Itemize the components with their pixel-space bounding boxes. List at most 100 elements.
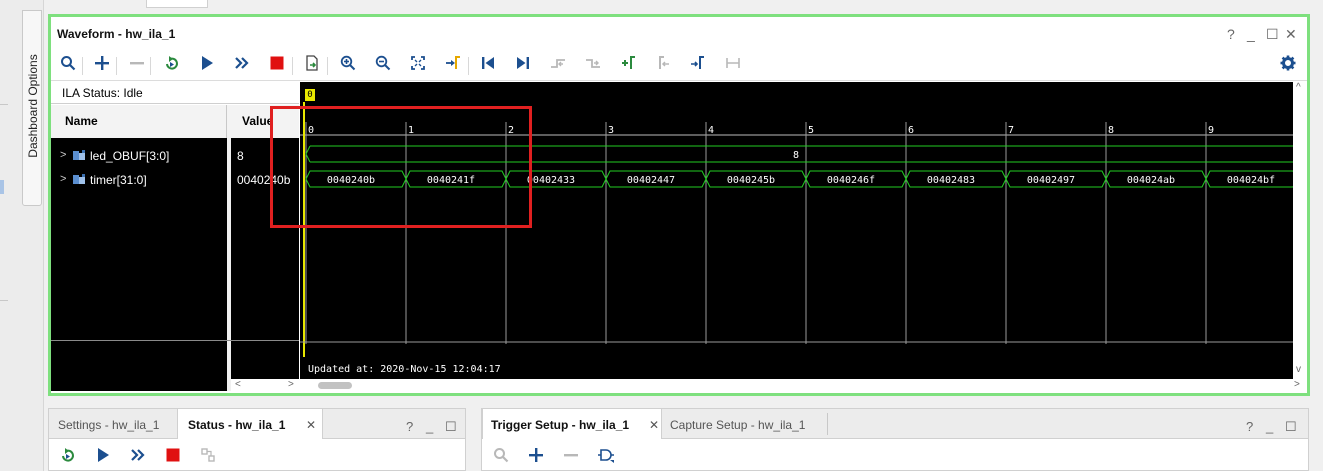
minimize-button[interactable]: _ (426, 419, 433, 434)
ila-status-text: ILA Status: Idle (62, 86, 143, 100)
status-panel-tabs: Settings - hw_ila_1 Status - hw_ila_1 ✕ … (49, 409, 465, 439)
tab-capture-setup[interactable]: Capture Setup - hw_ila_1 (670, 409, 805, 439)
tab-label: Trigger Setup - hw_ila_1 (491, 418, 630, 432)
divider (0, 300, 8, 301)
name-column-header[interactable]: Name (51, 105, 227, 138)
run-trigger-icon[interactable] (93, 447, 113, 467)
dashboard-options-label: Dashboard Options (26, 54, 40, 158)
time-tick-label: 7 (1008, 125, 1014, 136)
tab-settings[interactable]: Settings - hw_ila_1 (58, 409, 159, 439)
bus-value-label: 004024ab (1127, 175, 1175, 186)
go-to-start-icon[interactable] (477, 55, 499, 77)
close-icon[interactable]: ✕ (649, 418, 659, 432)
zoom-in-icon[interactable] (337, 55, 359, 77)
go-to-end-icon[interactable] (512, 55, 534, 77)
run-trigger-immediate-icon[interactable] (161, 55, 183, 77)
waveform-vscrollbar[interactable]: ^ v (1293, 82, 1307, 393)
close-button[interactable]: ✕ (1285, 26, 1297, 43)
add-marker-icon[interactable] (617, 55, 639, 77)
toolbar-separator (116, 57, 117, 75)
scroll-right-arrow[interactable]: > (1294, 379, 1300, 390)
stop-icon[interactable] (163, 447, 183, 467)
hscroll-thumb[interactable] (318, 382, 352, 389)
search-icon[interactable] (491, 447, 511, 467)
time-tick-label: 6 (908, 125, 914, 136)
left-sidebar: Dashboard Options (0, 0, 44, 471)
tab-status[interactable]: Status - hw_ila_1 ✕ (177, 409, 323, 439)
signal-name: led_OBUF[3:0] (90, 149, 170, 163)
toolbar-separator (327, 57, 328, 75)
run-trigger-immediate-icon[interactable] (58, 447, 78, 467)
help-button[interactable]: ? (1246, 419, 1253, 434)
auto-rerun-icon[interactable] (128, 447, 148, 467)
expand-chevron-icon[interactable]: > (60, 149, 66, 161)
value-header-label: Value (242, 114, 274, 128)
column-divider[interactable] (227, 138, 231, 391)
maximize-button[interactable]: ☐ (1266, 26, 1279, 43)
divider (0, 104, 8, 105)
trigger-condition-icon[interactable] (596, 447, 616, 467)
scroll-right-arrow[interactable]: > (288, 379, 294, 390)
updated-timestamp: Updated at: 2020-Nov-15 12:04:17 (308, 364, 501, 375)
dashboard-options-tab[interactable]: Dashboard Options (22, 10, 42, 206)
plus-icon[interactable] (526, 447, 546, 467)
selection-marker (0, 180, 4, 194)
minimize-button[interactable]: _ (1247, 26, 1255, 42)
help-button[interactable]: ? (406, 419, 413, 434)
stop-icon[interactable] (266, 55, 288, 77)
plus-icon[interactable] (91, 55, 113, 77)
ila-status: ILA Status: Idle (51, 82, 299, 104)
minus-icon[interactable] (126, 55, 148, 77)
bus-icon (73, 150, 85, 160)
go-to-cursor-icon[interactable] (442, 55, 464, 77)
minimize-button[interactable]: _ (1266, 419, 1273, 434)
time-tick-label: 8 (1108, 125, 1114, 136)
prev-marker-icon[interactable] (652, 55, 674, 77)
waveform-hscrollbar[interactable]: > (300, 379, 1307, 393)
next-marker-icon[interactable] (687, 55, 709, 77)
bus-value-label: 00402483 (927, 175, 975, 186)
maximize-button[interactable]: ☐ (445, 419, 457, 435)
auto-rerun-icon[interactable] (231, 55, 253, 77)
search-icon[interactable] (57, 55, 79, 77)
zoom-fit-icon[interactable] (407, 55, 429, 77)
time-tick-label: 3 (608, 125, 614, 136)
toolbar-separator (150, 57, 151, 75)
signal-name: timer[31:0] (90, 173, 147, 187)
waveform-title: Waveform - hw_ila_1 (57, 27, 176, 41)
scroll-down-arrow[interactable]: v (1296, 364, 1301, 375)
trigger-panel-tabs: Trigger Setup - hw_ila_1 ✕ Capture Setup… (482, 409, 1308, 439)
tab-label: Settings - hw_ila_1 (58, 418, 160, 432)
bus-value-label: 00402433 (527, 175, 575, 186)
signal-row-timer[interactable]: > timer[31:0] (51, 168, 227, 192)
scroll-left-arrow[interactable]: < (235, 379, 241, 390)
bus-value-label: 8 (793, 150, 799, 161)
minus-icon[interactable] (561, 447, 581, 467)
run-trigger-icon[interactable] (196, 55, 218, 77)
export-icon[interactable] (301, 55, 323, 77)
scroll-up-arrow[interactable]: ^ (1296, 82, 1301, 93)
help-button[interactable]: ? (1227, 26, 1235, 42)
status-panel: Settings - hw_ila_1 Status - hw_ila_1 ✕ … (48, 408, 466, 471)
close-icon[interactable]: ✕ (306, 418, 316, 432)
bus-value-label: 0040245b (727, 175, 775, 186)
toolbar-separator (82, 57, 83, 75)
signal-row-led[interactable]: > led_OBUF[3:0] (51, 144, 227, 168)
tab-label: Status - hw_ila_1 (188, 418, 286, 432)
zoom-out-icon[interactable] (372, 55, 394, 77)
tab-trigger-setup[interactable]: Trigger Setup - hw_ila_1 ✕ (482, 409, 662, 439)
prev-transition-icon[interactable] (547, 55, 569, 77)
waveform-title-bar: Waveform - hw_ila_1 ? _ ☐ ✕ (51, 17, 1307, 51)
top-tab-remnant (146, 0, 208, 8)
cursor-marker[interactable]: 0 (305, 89, 315, 101)
settings-disabled-icon[interactable] (198, 447, 218, 467)
maximize-button[interactable]: ☐ (1285, 419, 1297, 435)
next-transition-icon[interactable] (582, 55, 604, 77)
gear-icon[interactable] (1277, 55, 1299, 77)
swap-cursors-icon[interactable] (722, 55, 744, 77)
time-tick-label: 4 (708, 125, 714, 136)
time-tick-label: 5 (808, 125, 814, 136)
expand-chevron-icon[interactable]: > (60, 173, 66, 185)
signal-list: > led_OBUF[3:0] 8 > timer[31:0] 0040240b (51, 138, 299, 391)
value-hscrollbar[interactable]: < > (231, 379, 299, 391)
